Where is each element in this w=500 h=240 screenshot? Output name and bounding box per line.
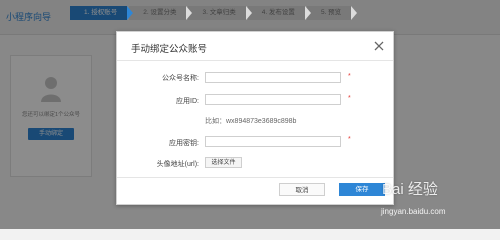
avatar-url-label: 头像地址(url):	[156, 161, 199, 168]
app-id-hint: 比如：wx894873e3689c898b	[205, 118, 297, 125]
account-name-label: 公众号名称:	[162, 75, 199, 82]
baidu-jingyan-watermark: Bai 经验	[382, 181, 438, 198]
choose-file-button[interactable]: 选择文件	[205, 157, 242, 168]
app-secret-label: 应用密钥:	[169, 140, 199, 147]
save-button[interactable]: 保存	[339, 183, 385, 196]
watermark-url: jingyan.baidu.com	[381, 207, 446, 216]
required-mark: *	[348, 95, 351, 102]
dialog-header-divider	[117, 60, 393, 61]
dialog-title: 手动绑定公众账号	[131, 44, 208, 55]
required-mark: *	[348, 73, 351, 80]
app-secret-input[interactable]	[205, 136, 341, 147]
bind-account-dialog: 手动绑定公众账号 公众号名称: * 应用ID: * 比如：wx894873e36…	[116, 31, 394, 205]
required-mark: *	[348, 136, 351, 143]
dialog-footer-divider	[117, 177, 393, 178]
cancel-button[interactable]: 取消	[279, 183, 325, 196]
app-id-label: 应用ID:	[176, 98, 199, 105]
app-id-input[interactable]	[205, 94, 341, 105]
close-icon[interactable]	[373, 40, 385, 52]
account-name-input[interactable]	[205, 72, 341, 83]
